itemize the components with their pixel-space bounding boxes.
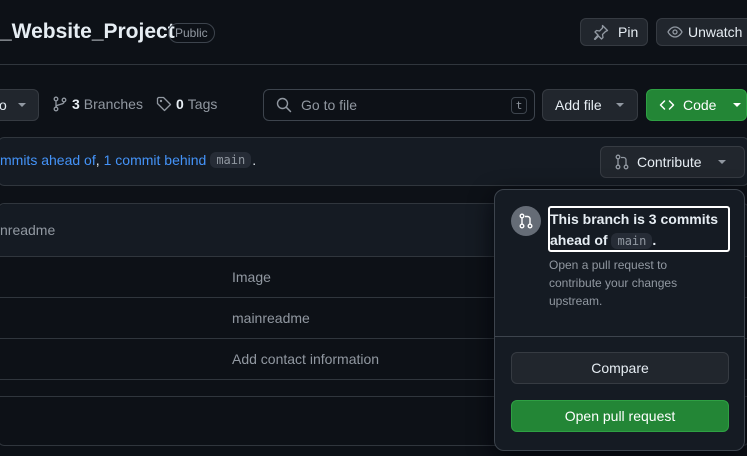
status-period: .	[252, 152, 257, 168]
tags-count: 0	[176, 96, 184, 112]
goto-file-placeholder: Go to file	[301, 97, 358, 113]
goto-file-input[interactable]: Go to file t	[263, 89, 535, 121]
commit-message-link[interactable]: Image	[232, 269, 271, 285]
tags-label: Tags	[187, 96, 218, 112]
popover-divider	[495, 336, 744, 337]
pull-request-icon-circle	[511, 206, 541, 236]
add-file-button[interactable]: Add file	[542, 89, 638, 121]
chevron-down-icon	[732, 102, 742, 108]
open-pull-request-button[interactable]: Open pull request	[511, 400, 729, 432]
ahead-link[interactable]: mmits ahead of	[0, 152, 96, 168]
branches-label: Branches	[83, 96, 143, 112]
repo-title[interactable]: _Website_Project	[0, 20, 175, 44]
commit-message-link[interactable]: mainreadme	[232, 310, 310, 326]
code-label: Code	[683, 97, 717, 113]
behind-link[interactable]: 1 commit behind	[104, 152, 207, 168]
code-button[interactable]: Code	[646, 89, 747, 121]
popover-title-line1: This branch is 3 commits	[550, 211, 719, 227]
chevron-down-icon	[717, 159, 727, 165]
compare-label: Compare	[591, 360, 649, 376]
add-file-label: Add file	[555, 97, 602, 113]
eye-icon	[667, 24, 683, 40]
pin-label: Pin	[618, 24, 639, 40]
visibility-badge: Public	[168, 23, 215, 43]
goto-file-shortcut: t	[511, 97, 527, 114]
latest-commit-message[interactable]: nreadme	[0, 222, 55, 238]
pull-request-icon	[614, 154, 630, 170]
compare-button[interactable]: Compare	[511, 352, 729, 384]
contribute-label: Contribute	[637, 154, 702, 170]
popover-title-period: .	[652, 232, 657, 248]
commit-message-link[interactable]: Add contact information	[232, 351, 379, 367]
base-branch-code: main	[210, 152, 252, 168]
branches-link[interactable]: 3 Branches	[53, 96, 143, 112]
branches-count: 3	[72, 96, 80, 112]
chevron-down-icon	[615, 102, 625, 108]
popover-base-branch: main	[611, 233, 653, 249]
branch-select-label: o	[0, 97, 7, 113]
unwatch-label: Unwatch	[688, 24, 743, 40]
branch-status-text: mmits ahead of , 1 commit behind main .	[0, 152, 256, 168]
popover-title: This branch is 3 commits ahead of main.	[548, 206, 730, 252]
popover-description: Open a pull request to contribute your c…	[549, 258, 678, 308]
open-pull-request-label: Open pull request	[564, 408, 676, 424]
pin-button[interactable]: Pin	[580, 18, 648, 46]
pin-icon	[593, 24, 609, 40]
code-icon	[659, 97, 675, 113]
header-divider	[0, 64, 747, 65]
chevron-down-icon	[17, 102, 27, 108]
branch-icon	[53, 96, 67, 112]
contribute-popover: This branch is 3 commits ahead of main. …	[494, 189, 745, 451]
tag-icon	[156, 96, 172, 112]
contribute-button[interactable]: Contribute	[600, 146, 745, 178]
pull-request-icon	[519, 213, 533, 229]
status-comma: ,	[95, 152, 100, 168]
branch-select-button[interactable]: o	[0, 89, 39, 121]
search-icon	[276, 97, 292, 113]
unwatch-button[interactable]: Unwatch	[656, 18, 747, 46]
tags-link[interactable]: 0 Tags	[156, 96, 217, 112]
popover-title-line2: ahead of	[550, 232, 608, 248]
